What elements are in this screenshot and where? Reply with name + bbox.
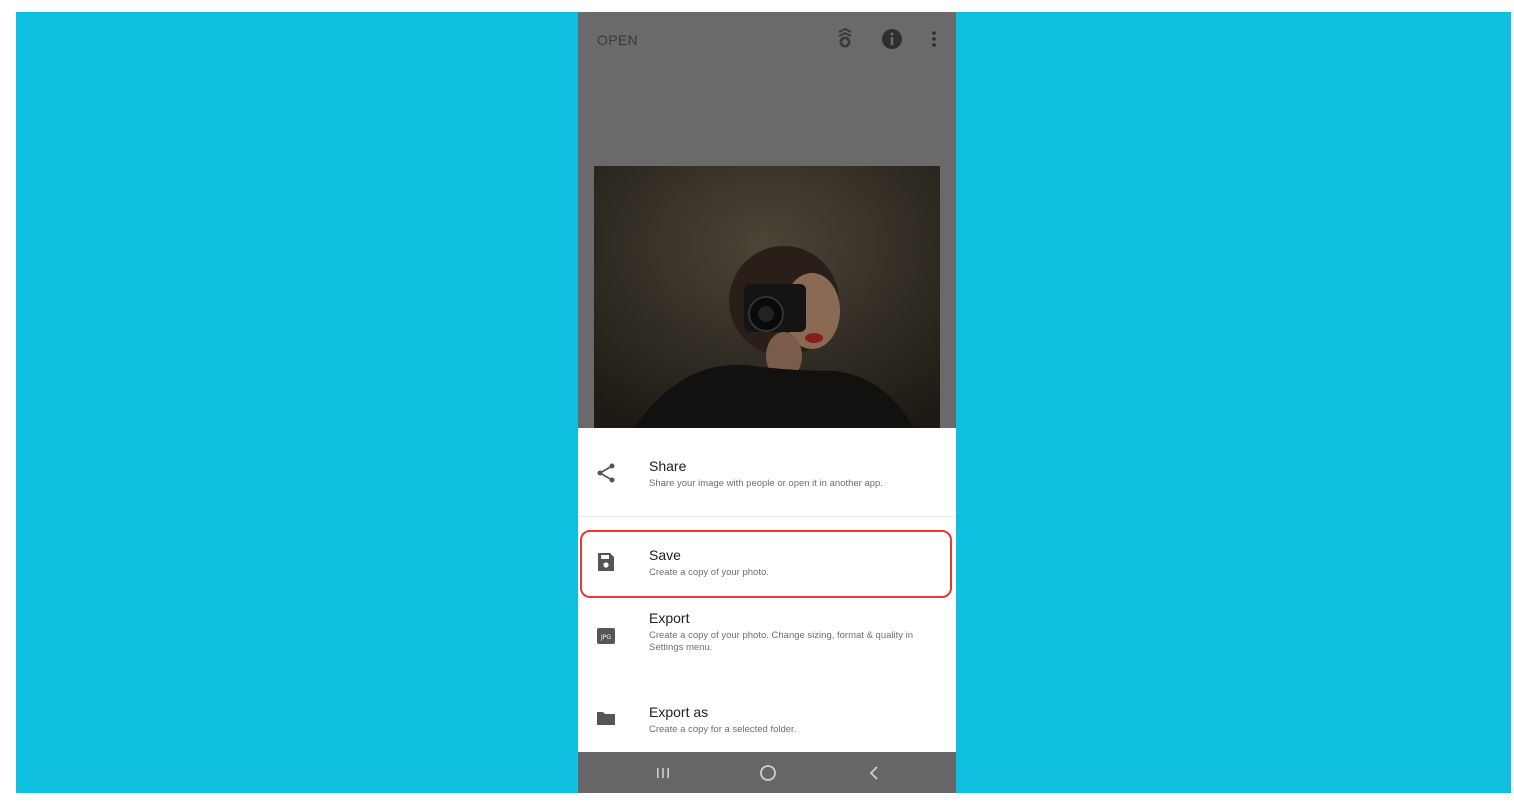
share-icon xyxy=(594,461,618,485)
highlight-box xyxy=(580,530,952,598)
open-button[interactable]: OPEN xyxy=(597,32,638,48)
menu-item-description: Share your image with people or open it … xyxy=(649,478,883,489)
more-vert-icon[interactable] xyxy=(922,27,946,51)
top-app-bar: OPEN xyxy=(578,12,956,68)
menu-item-share[interactable]: Share Share your image with people or op… xyxy=(578,428,956,516)
system-nav-bar xyxy=(578,752,956,793)
photo-preview xyxy=(594,166,940,428)
menu-item-title: Share xyxy=(649,458,687,474)
menu-item-description: Create a copy for a selected folder. xyxy=(649,724,797,735)
menu-item-title: Export as xyxy=(649,704,709,720)
recents-icon[interactable] xyxy=(650,760,676,786)
svg-text:JPG: JPG xyxy=(600,634,611,641)
folder-icon xyxy=(594,706,618,730)
menu-item-description: Create a copy of your photo. Change sizi… xyxy=(649,630,914,653)
divider xyxy=(578,516,956,517)
layers-badge-icon[interactable] xyxy=(833,27,857,51)
jpg-file-icon: JPG xyxy=(594,624,618,648)
menu-item-title: Export xyxy=(649,610,690,626)
info-icon[interactable] xyxy=(880,27,904,51)
menu-item-export[interactable]: JPG Export Create a copy of your photo. … xyxy=(578,602,956,670)
back-icon[interactable] xyxy=(861,760,887,786)
menu-item-export-as[interactable]: Export as Create a copy for a selected f… xyxy=(578,678,956,748)
phone-screen: OPEN Share Share your image with people … xyxy=(578,12,956,793)
share-menu-sheet: Share Share your image with people or op… xyxy=(578,428,956,752)
home-icon[interactable] xyxy=(755,760,781,786)
